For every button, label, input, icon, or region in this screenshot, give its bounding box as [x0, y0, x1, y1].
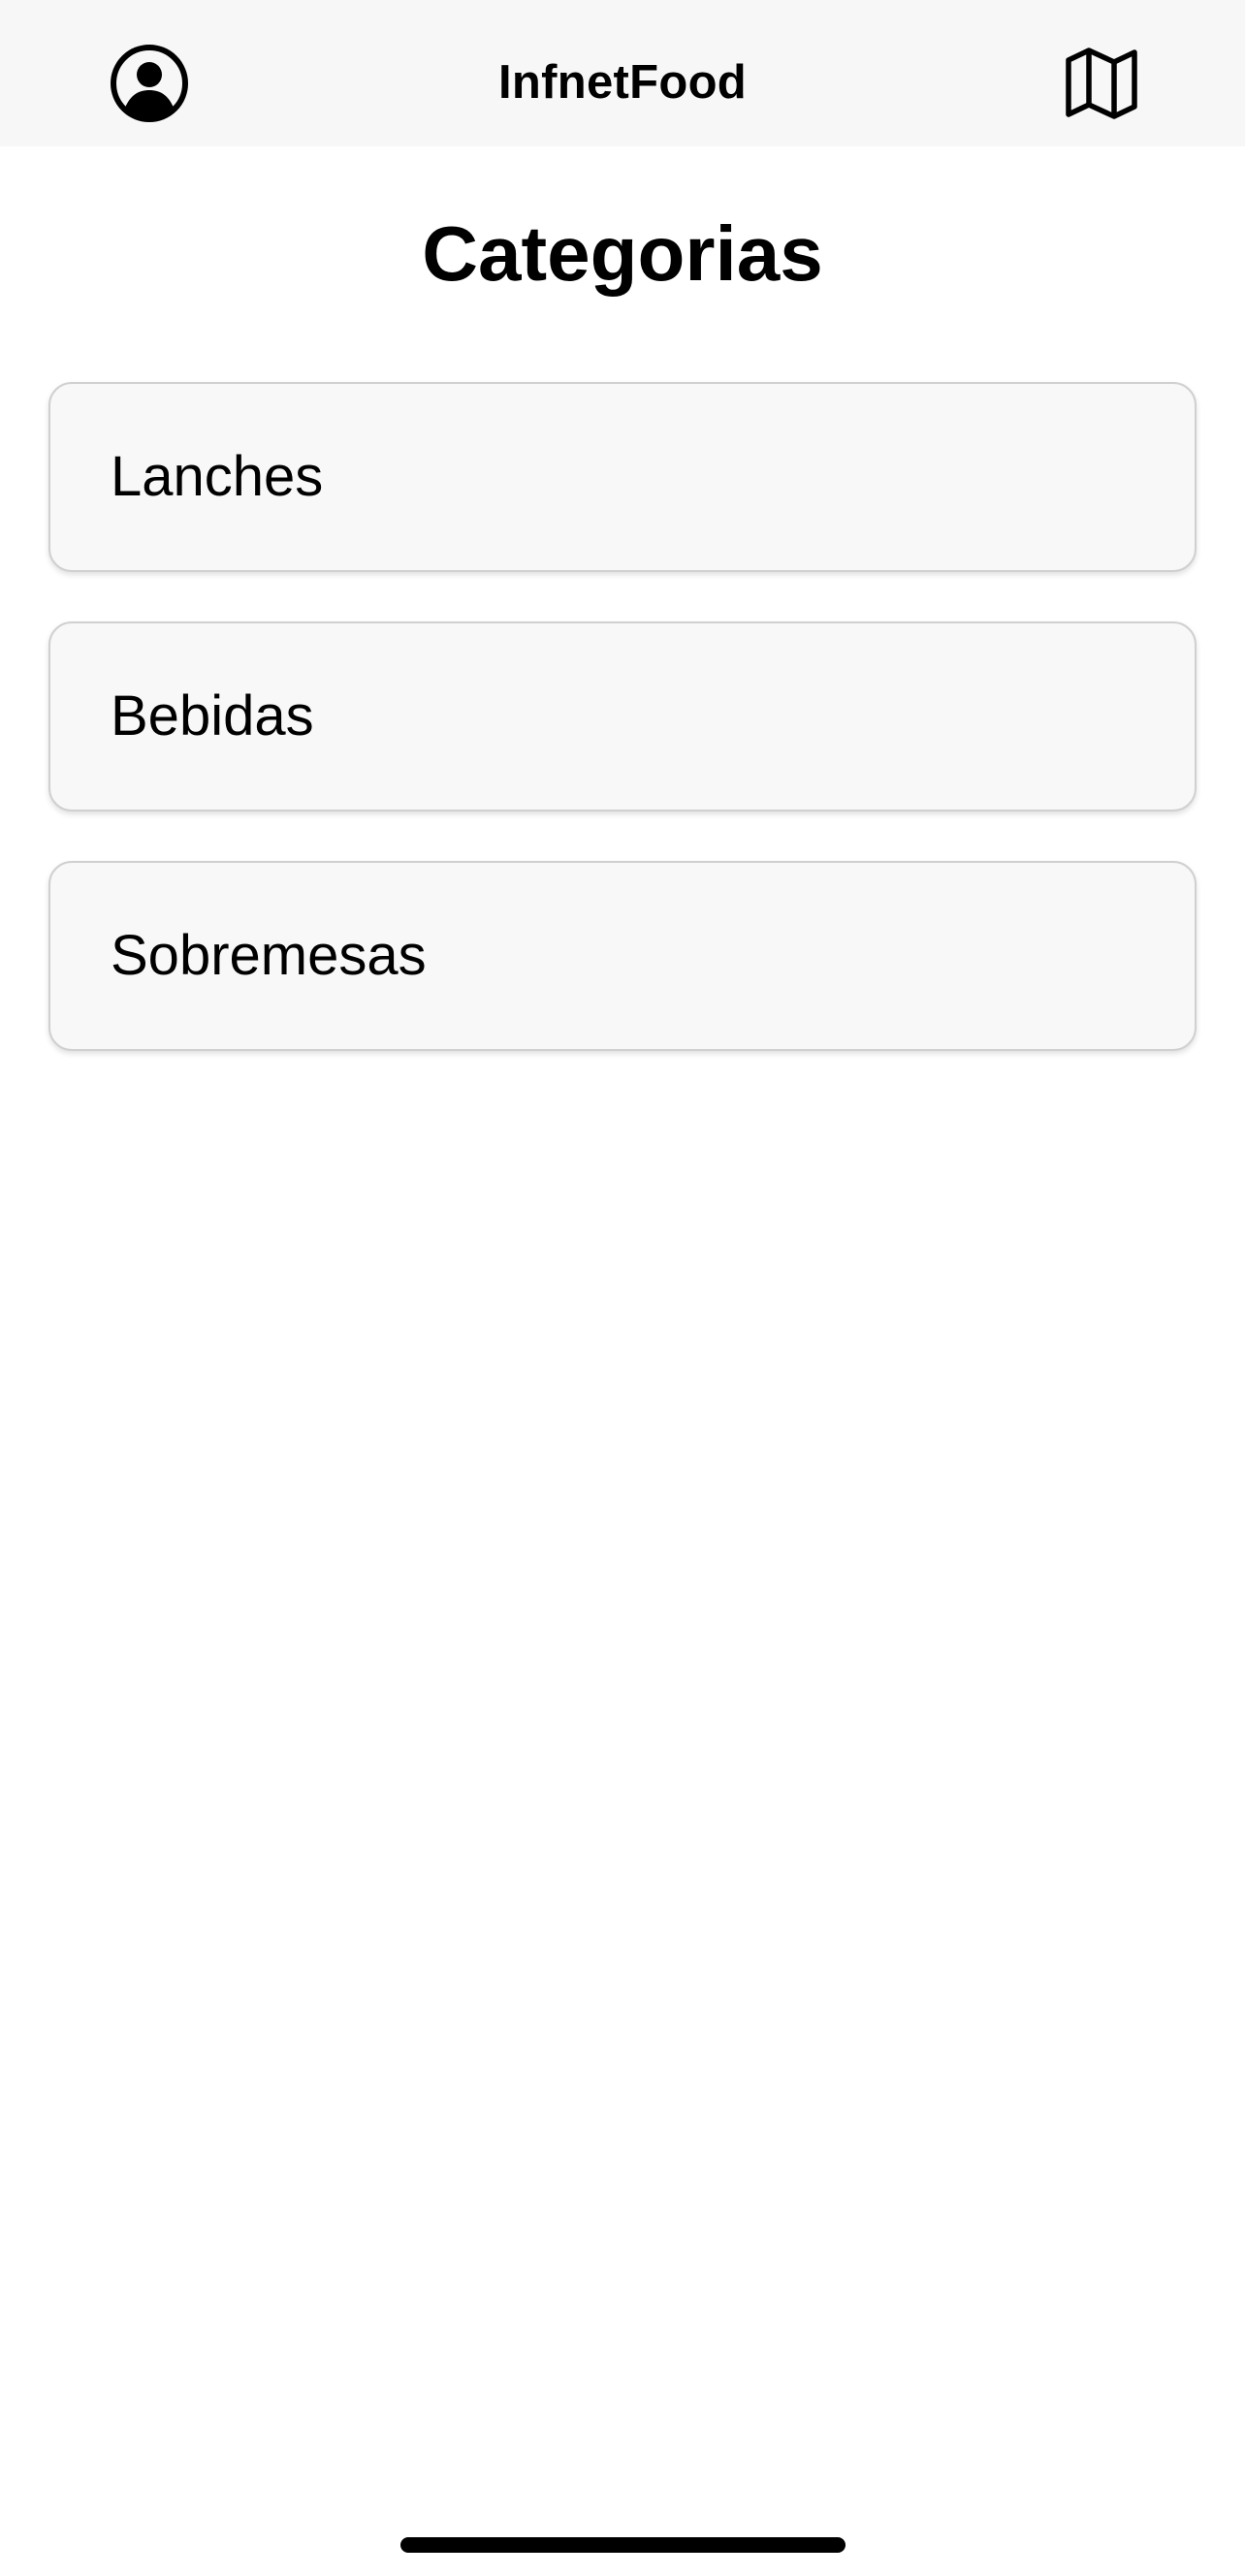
category-item-bebidas[interactable]: Bebidas [48, 621, 1197, 811]
category-label: Lanches [111, 445, 324, 508]
map-button[interactable] [1053, 35, 1150, 132]
category-item-lanches[interactable]: Lanches [48, 382, 1197, 572]
nav-bar: InfnetFood [0, 0, 1245, 146]
category-label: Sobremesas [111, 924, 427, 987]
category-list: Lanches Bebidas Sobremesas [48, 382, 1197, 1100]
page-title: Categorias [422, 210, 823, 297]
home-indicator[interactable] [400, 2537, 846, 2553]
category-label: Bebidas [111, 684, 314, 747]
category-item-sobremesas[interactable]: Sobremesas [48, 861, 1197, 1051]
map-icon [1066, 48, 1137, 119]
app-screen: InfnetFood Categorias Lanches Bebidas So… [0, 0, 1245, 2576]
